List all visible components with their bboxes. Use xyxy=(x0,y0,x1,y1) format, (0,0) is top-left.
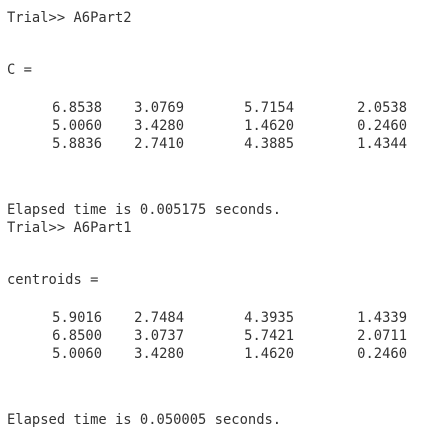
matrix-cell: 3.0769 xyxy=(134,100,184,116)
command-window[interactable]: Trial>> A6Part2 C = 6.8538 3.0769 5.7154… xyxy=(0,0,442,434)
matrix-cell: 3.4280 xyxy=(134,118,184,134)
matrix-row: 5.8836 2.7410 4.3885 1.4344 xyxy=(0,135,442,153)
matrix-cell: 4.3935 xyxy=(244,310,294,326)
matrix-cell: 0.2460 xyxy=(357,346,407,362)
matrix-cell: 5.0060 xyxy=(52,346,102,362)
matrix-cell: 5.8836 xyxy=(52,136,102,152)
matrix-cell: 1.4339 xyxy=(357,310,407,326)
matrix-cell: 3.4280 xyxy=(134,346,184,362)
elapsed-time-line: Elapsed time is 0.050005 seconds. xyxy=(7,412,282,428)
command-prompt-line: Trial>> A6Part1 xyxy=(7,220,132,236)
matrix-cell: 1.4620 xyxy=(244,118,294,134)
matrix-cell: 2.0538 xyxy=(357,100,407,116)
matrix-cell: 5.0060 xyxy=(52,118,102,134)
matrix-cell: 1.4620 xyxy=(244,346,294,362)
matrix-cell: 2.0711 xyxy=(357,328,407,344)
matrix-row: 6.8500 3.0737 5.7421 2.0711 xyxy=(0,327,442,345)
matrix-cell: 1.4344 xyxy=(357,136,407,152)
matrix-row: 5.0060 3.4280 1.4620 0.2460 xyxy=(0,117,442,135)
matrix-row: 6.8538 3.0769 5.7154 2.0538 xyxy=(0,99,442,117)
matrix-row: 5.9016 2.7484 4.3935 1.4339 xyxy=(0,309,442,327)
matrix-cell: 6.8538 xyxy=(52,100,102,116)
matrix-cell: 2.7410 xyxy=(134,136,184,152)
matrix-cell: 5.7154 xyxy=(244,100,294,116)
elapsed-time-line: Elapsed time is 0.005175 seconds. xyxy=(7,202,282,218)
command-prompt-line: Trial>> A6Part2 xyxy=(7,10,132,26)
matrix-cell: 5.7421 xyxy=(244,328,294,344)
matrix-cell: 3.0737 xyxy=(134,328,184,344)
matrix-row: 5.0060 3.4280 1.4620 0.2460 xyxy=(0,345,442,363)
matrix-cell: 0.2460 xyxy=(357,118,407,134)
matrix-cell: 6.8500 xyxy=(52,328,102,344)
variable-label: C = xyxy=(7,62,32,78)
matrix-cell: 2.7484 xyxy=(134,310,184,326)
matrix-cell: 5.9016 xyxy=(52,310,102,326)
variable-label: centroids = xyxy=(7,272,99,288)
matrix-cell: 4.3885 xyxy=(244,136,294,152)
